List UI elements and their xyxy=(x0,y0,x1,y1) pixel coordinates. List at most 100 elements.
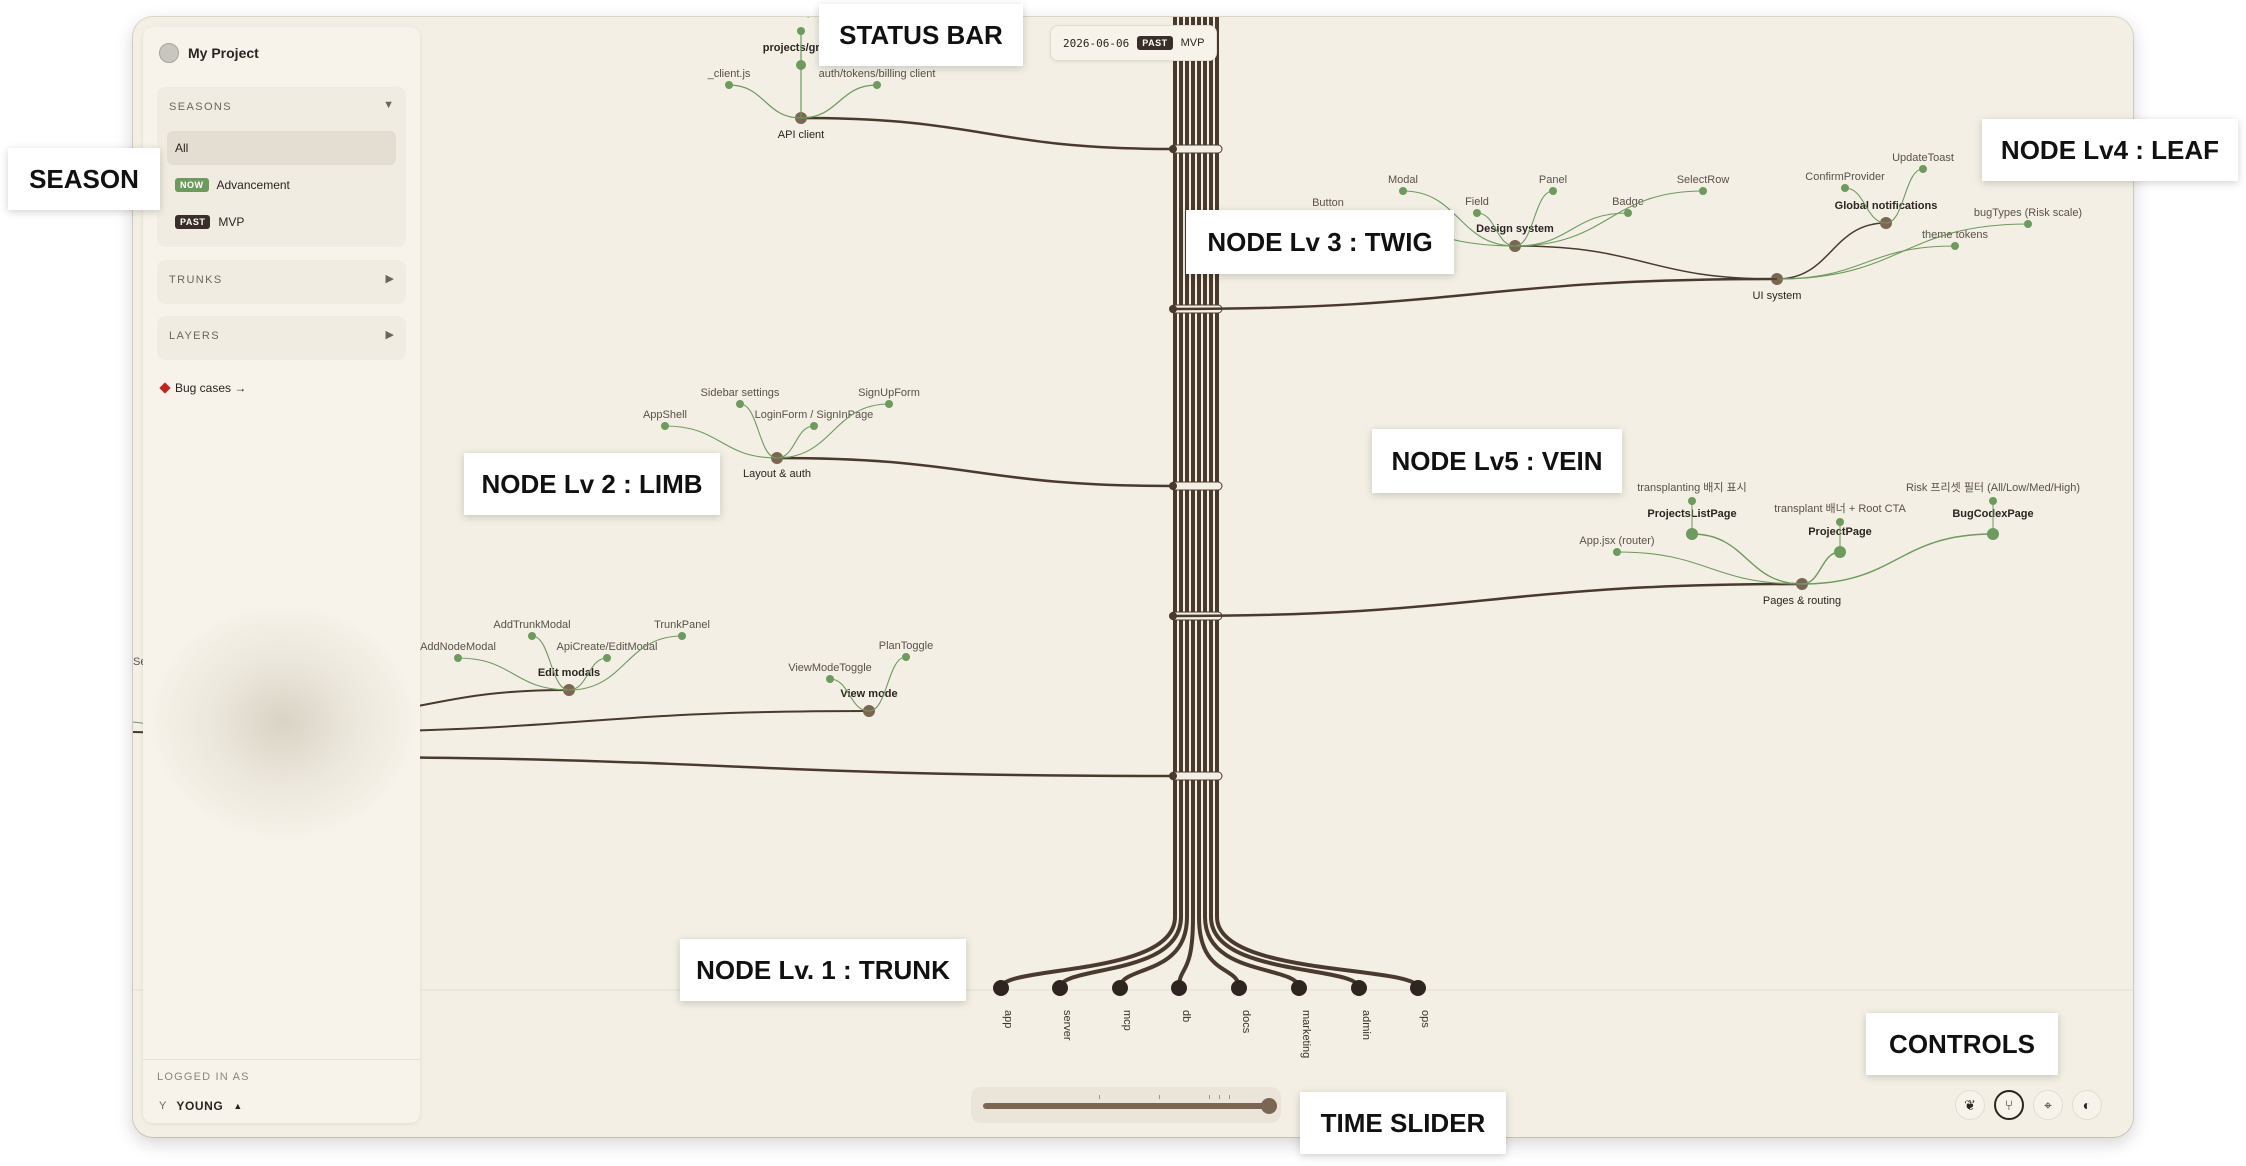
user-menu[interactable]: Y YOUNG ▲ xyxy=(159,1099,242,1113)
season-item-advancement[interactable]: NOW Advancement xyxy=(167,168,396,202)
leaf-line xyxy=(776,425,815,459)
leaf-label[interactable]: Risk 프리셋 필터 (All/Low/Med/High) xyxy=(1906,481,2080,494)
leaf-label[interactable]: TrunkPanel xyxy=(654,619,710,631)
leaf-label[interactable]: ViewModeToggle xyxy=(788,662,872,674)
leaf-label[interactable]: Badge xyxy=(1612,196,1644,208)
trunks-panel[interactable]: TRUNKS ▶ xyxy=(157,260,406,304)
twig-label[interactable]: Global notifications xyxy=(1835,200,1938,212)
trunk-node[interactable] xyxy=(1291,980,1307,996)
bug-cases-link[interactable]: Bug cases → xyxy=(159,381,246,395)
project-header[interactable]: My Project xyxy=(159,43,259,63)
trunk-node[interactable] xyxy=(1410,980,1426,996)
leaf-node[interactable] xyxy=(873,81,881,89)
trunk-label[interactable]: server xyxy=(1061,1010,1073,1041)
leaf-node[interactable] xyxy=(1989,497,1997,505)
leaf-node[interactable] xyxy=(603,654,611,662)
trunk-label[interactable]: app xyxy=(1002,1010,1014,1028)
leaf-node[interactable] xyxy=(736,400,744,408)
trunk-label[interactable]: docs xyxy=(1240,1010,1252,1034)
branch-label[interactable]: API client xyxy=(778,129,824,141)
leaf-node[interactable] xyxy=(1836,518,1844,526)
branch-label[interactable]: Pages & routing xyxy=(1763,595,1841,607)
leaf-label[interactable]: AddNodeModal xyxy=(420,641,496,653)
leaf-node[interactable] xyxy=(678,632,686,640)
leaf-label[interactable]: LoginForm / SignInPage xyxy=(755,409,874,421)
leaf-node[interactable] xyxy=(1473,209,1481,217)
time-slider[interactable] xyxy=(971,1087,1281,1123)
leaf-label[interactable]: App.jsx (router) xyxy=(1579,535,1654,547)
trunk-node[interactable] xyxy=(1171,980,1187,996)
leaf-label[interactable]: AddTrunkModal xyxy=(493,619,570,631)
leaf-node[interactable] xyxy=(810,422,818,430)
branch-icon[interactable]: ⑂ xyxy=(1994,1090,2024,1120)
leaf-label[interactable]: SignUpForm xyxy=(858,387,920,399)
leaf-label[interactable]: Sidebar settings xyxy=(701,387,780,399)
leaf-node[interactable] xyxy=(885,400,893,408)
branch-label[interactable]: UI system xyxy=(1753,290,1802,302)
leaf-node[interactable] xyxy=(528,632,536,640)
callout-trunk: NODE Lv. 1 : TRUNK xyxy=(680,939,966,1001)
branch-label[interactable]: Layout & auth xyxy=(743,468,811,480)
leaf-node[interactable] xyxy=(1841,184,1849,192)
leaf-label[interactable]: transplanting 배지 표시 xyxy=(1637,481,1747,494)
sidebar-divider xyxy=(143,1059,420,1060)
season-badge-past: PAST xyxy=(175,215,211,229)
leaf-label[interactable]: ConfirmProvider xyxy=(1805,171,1885,183)
twig-label[interactable]: Design system xyxy=(1476,223,1554,235)
leaf-label[interactable]: ApiCreate/EditModal xyxy=(557,641,658,653)
seasons-header[interactable]: SEASONS xyxy=(169,101,232,113)
leaf-node[interactable] xyxy=(1951,242,1959,250)
callout-time-slider: TIME SLIDER xyxy=(1300,1092,1506,1154)
leaf-node[interactable] xyxy=(2024,220,2032,228)
leaf-node[interactable] xyxy=(1699,187,1707,195)
callout-controls: CONTROLS xyxy=(1866,1013,2058,1075)
leaf-node[interactable] xyxy=(1613,548,1621,556)
leaf-label[interactable]: Modal xyxy=(1388,174,1418,186)
leaf-node[interactable] xyxy=(1624,209,1632,217)
tree-canvas[interactable]: app server mcp db docs marketing admin ops API c… xyxy=(133,17,2133,1137)
layers-panel[interactable]: LAYERS ▶ xyxy=(157,316,406,360)
callout-status-bar: STATUS BAR xyxy=(819,4,1023,66)
leaf-label[interactable]: PlanToggle xyxy=(879,640,933,652)
leaf-label[interactable]: Button xyxy=(1312,197,1344,209)
trunk-node[interactable] xyxy=(1052,980,1068,996)
trunk-node[interactable] xyxy=(993,980,1009,996)
trunk-label[interactable]: ops xyxy=(1419,1010,1431,1028)
leaf-node[interactable] xyxy=(661,422,669,430)
trunk-label[interactable]: admin xyxy=(1360,1010,1372,1040)
trunk-node[interactable] xyxy=(1351,980,1367,996)
leaf-label[interactable]: Panel xyxy=(1539,174,1567,186)
leaf-label[interactable]: AppShell xyxy=(643,409,687,421)
leaf-label[interactable]: UpdateToast xyxy=(1892,152,1954,164)
season-item-mvp[interactable]: PAST MVP xyxy=(167,205,396,239)
theme-icon[interactable]: ◐ xyxy=(2072,1090,2102,1120)
trunk-label[interactable]: db xyxy=(1180,1010,1192,1022)
leaf-label[interactable]: Field xyxy=(1465,196,1489,208)
trunk-label[interactable]: mcp xyxy=(1121,1010,1133,1031)
seasons-collapse-icon[interactable]: ▼ xyxy=(383,99,394,111)
trunk-label[interactable]: marketing xyxy=(1300,1010,1312,1058)
time-slider-thumb[interactable] xyxy=(1261,1098,1277,1114)
leaf-node[interactable] xyxy=(1688,497,1696,505)
leaf-node[interactable] xyxy=(1399,187,1407,195)
grow-icon[interactable]: ❦ xyxy=(1955,1090,1985,1120)
leaf-node[interactable] xyxy=(826,675,834,683)
leaf-node[interactable] xyxy=(1919,165,1927,173)
locate-icon[interactable]: ⌖ xyxy=(2033,1090,2063,1120)
time-slider-track[interactable] xyxy=(983,1095,1277,1114)
leaf-node[interactable] xyxy=(902,653,910,661)
leaf-label[interactable]: SelectRow xyxy=(1677,174,1730,186)
trunk-node[interactable] xyxy=(1231,980,1247,996)
leaf-node[interactable] xyxy=(725,81,733,89)
season-item-all[interactable]: All xyxy=(167,131,396,165)
leaf-node[interactable] xyxy=(1549,187,1557,195)
trunk-node[interactable] xyxy=(1112,980,1128,996)
twig-line xyxy=(1691,533,1803,585)
leaf-label[interactable]: bugTypes (Risk scale) xyxy=(1974,207,2082,219)
leaf-node[interactable] xyxy=(454,654,462,662)
leaf-label[interactable]: transplant 배너 + Root CTA xyxy=(1774,502,1906,515)
project-logo-icon xyxy=(159,43,179,63)
leaf-node[interactable] xyxy=(797,27,805,35)
leaf-label[interactable]: _client.js xyxy=(707,68,751,80)
leaf-label[interactable]: auth/tokens/billing client xyxy=(819,68,936,80)
